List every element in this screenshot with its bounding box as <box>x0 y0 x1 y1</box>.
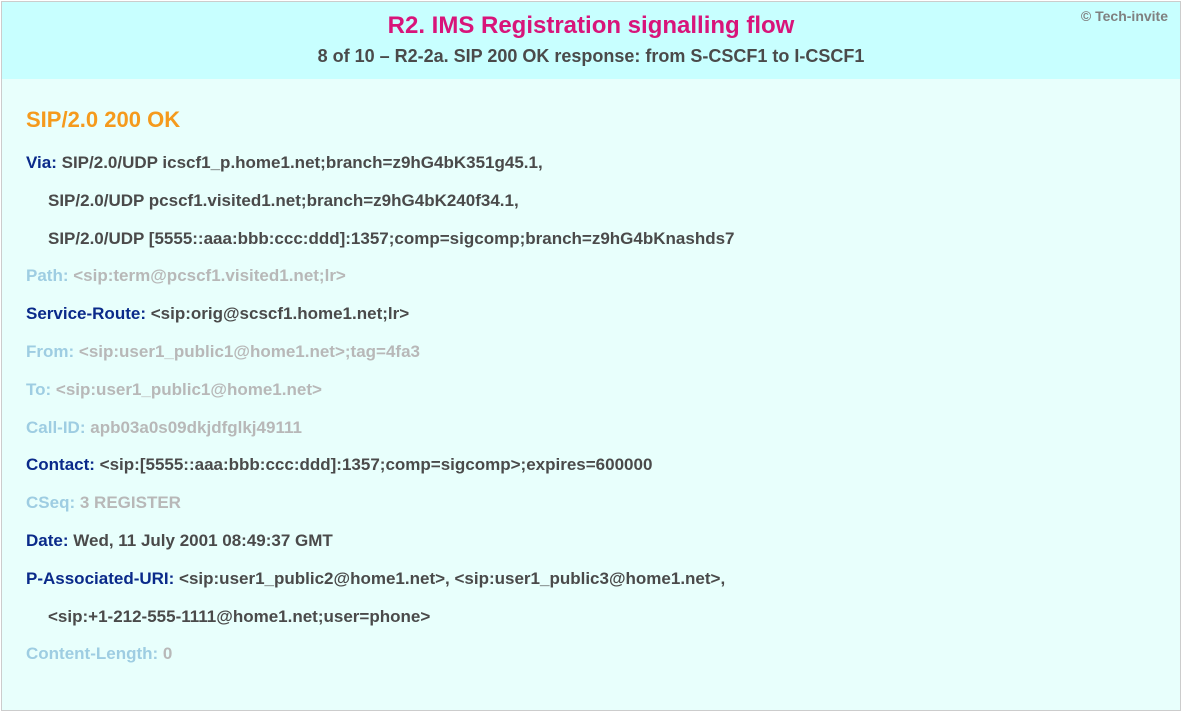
sip-header-via-cont: SIP/2.0/UDP pcscf1.visited1.net;branch=z… <box>26 189 1156 213</box>
header-value: SIP/2.0/UDP pcscf1.visited1.net;branch=z… <box>48 191 519 210</box>
header-name: To <box>26 380 46 399</box>
header-value: <sip:user1_public2@home1.net>, <sip:user… <box>179 569 725 588</box>
header-name: CSeq <box>26 493 69 512</box>
sip-status-line: SIP/2.0 200 OK <box>26 107 1156 133</box>
header-value: <sip:user1_public1@home1.net> <box>56 380 322 399</box>
header-value: <sip:orig@scscf1.home1.net;lr> <box>151 304 409 323</box>
header-value: <sip:[5555::aaa:bbb:ccc:ddd]:1357;comp=s… <box>100 455 653 474</box>
document-title: R2. IMS Registration signalling flow <box>22 12 1160 40</box>
sip-header-p-associated-uri: P-Associated-URI: <sip:user1_public2@hom… <box>26 567 1156 591</box>
header-name: Via <box>26 153 51 172</box>
header-value: apb03a0s09dkjdfglkj49111 <box>90 418 302 437</box>
document-subtitle: 8 of 10 – R2-2a. SIP 200 OK response: fr… <box>22 46 1160 67</box>
sip-header-service-route: Service-Route: <sip:orig@scscf1.home1.ne… <box>26 302 1156 326</box>
header-name: Content-Length <box>26 644 153 663</box>
header-value: 0 <box>163 644 172 663</box>
sip-header-to: To: <sip:user1_public1@home1.net> <box>26 378 1156 402</box>
sip-message-body: SIP/2.0 200 OK Via: SIP/2.0/UDP icscf1_p… <box>2 79 1180 710</box>
sip-header-content-length: Content-Length: 0 <box>26 642 1156 666</box>
sip-header-cseq: CSeq: 3 REGISTER <box>26 491 1156 515</box>
document-header: © Tech-invite R2. IMS Registration signa… <box>2 2 1180 79</box>
sip-header-path: Path: <sip:term@pcscf1.visited1.net;lr> <box>26 264 1156 288</box>
sip-header-via: Via: SIP/2.0/UDP icscf1_p.home1.net;bran… <box>26 151 1156 175</box>
copyright-label: © Tech-invite <box>1081 8 1168 24</box>
sip-header-p-associated-uri-cont: <sip:+1-212-555-1111@home1.net;user=phon… <box>26 605 1156 629</box>
header-value: <sip:user1_public1@home1.net>;tag=4fa3 <box>79 342 420 361</box>
header-name: Contact <box>26 455 89 474</box>
sip-header-contact: Contact: <sip:[5555::aaa:bbb:ccc:ddd]:13… <box>26 453 1156 477</box>
sip-header-call-id: Call-ID: apb03a0s09dkjdfglkj49111 <box>26 416 1156 440</box>
sip-header-date: Date: Wed, 11 July 2001 08:49:37 GMT <box>26 529 1156 553</box>
header-value: Wed, 11 July 2001 08:49:37 GMT <box>73 531 333 550</box>
header-name: P-Associated-URI <box>26 569 169 588</box>
header-value: 3 REGISTER <box>80 493 181 512</box>
header-value: SIP/2.0/UDP [5555::aaa:bbb:ccc:ddd]:1357… <box>48 229 735 248</box>
header-value: <sip:+1-212-555-1111@home1.net;user=phon… <box>48 607 430 626</box>
header-name: From <box>26 342 69 361</box>
sip-header-from: From: <sip:user1_public1@home1.net>;tag=… <box>26 340 1156 364</box>
header-value: <sip:term@pcscf1.visited1.net;lr> <box>73 266 346 285</box>
document-container: © Tech-invite R2. IMS Registration signa… <box>1 1 1181 711</box>
header-name: Service-Route <box>26 304 140 323</box>
header-value: SIP/2.0/UDP icscf1_p.home1.net;branch=z9… <box>62 153 543 172</box>
sip-header-via-cont: SIP/2.0/UDP [5555::aaa:bbb:ccc:ddd]:1357… <box>26 227 1156 251</box>
header-name: Path <box>26 266 63 285</box>
header-name: Date <box>26 531 63 550</box>
header-name: Call-ID <box>26 418 80 437</box>
